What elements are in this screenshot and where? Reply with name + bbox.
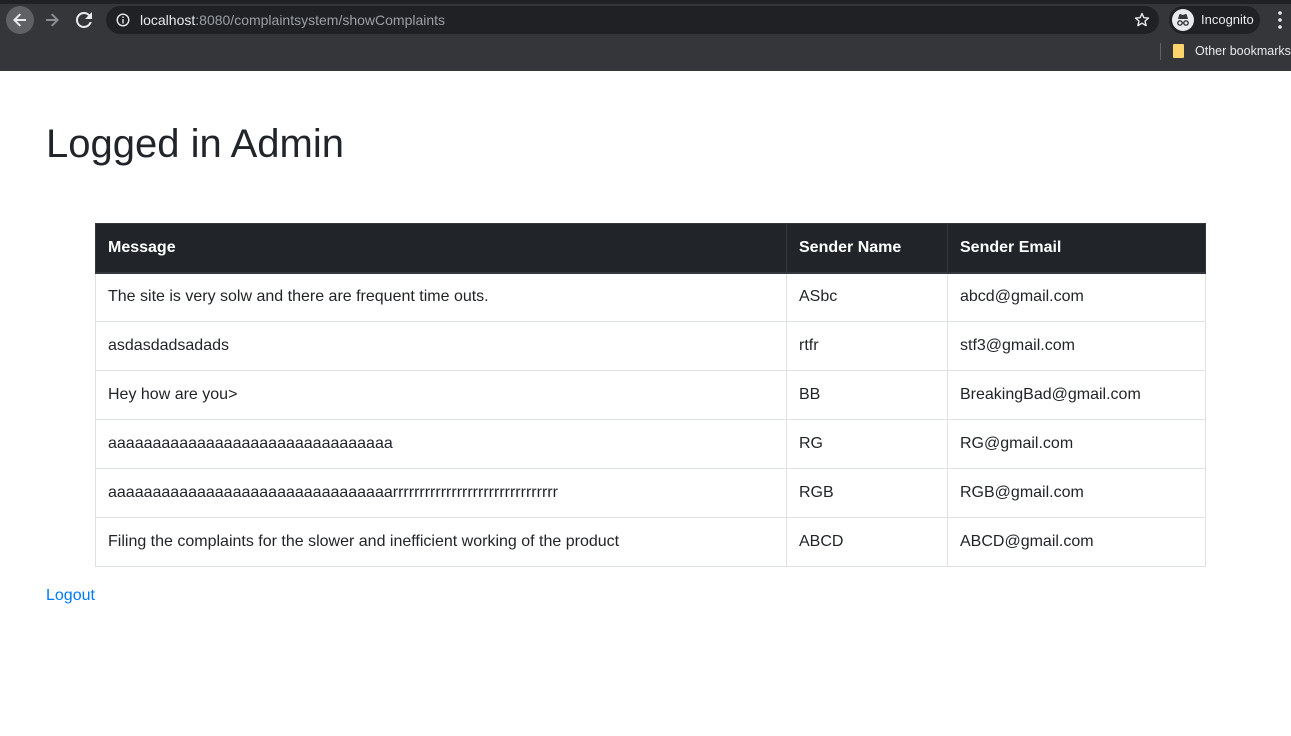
message-cell: Filing the complaints for the slower and… [95,517,787,567]
reload-button[interactable] [70,6,98,34]
message-cell: The site is very solw and there are freq… [95,272,787,322]
tab-strip-edge [0,0,1291,4]
forward-arrow-icon [46,13,59,27]
logout-link[interactable]: Logout [46,586,95,606]
address-bar[interactable]: localhost:8080/complaintsystem/showCompl… [106,6,1159,34]
table-row: aaaaaaaaaaaaaaaaaaaaaaaaaaaaaaaa RG RG@g… [95,419,1206,469]
table-row: asdasdadsadads rtfr stf3@gmail.com [95,321,1206,371]
url-text[interactable]: localhost:8080/complaintsystem/showCompl… [140,12,445,28]
info-icon[interactable] [116,13,130,27]
table-row: aaaaaaaaaaaaaaaaaaaaaaaaaaaaaaaarrrrrrrr… [95,468,1206,518]
message-cell: aaaaaaaaaaaaaaaaaaaaaaaaaaaaaaaarrrrrrrr… [95,468,787,518]
column-header-message: Message [95,223,787,274]
bookmarks-divider [1160,43,1161,60]
url-path: :8080/complaintsystem/showComplaints [195,12,446,28]
forward-button[interactable] [38,6,66,34]
url-host: localhost [140,12,196,28]
back-arrow-icon [13,13,26,27]
column-header-sender-email: Sender Email [947,223,1206,274]
sender-name-cell: BB [786,370,948,420]
sender-email-cell: RG@gmail.com [947,419,1206,469]
sender-email-cell: abcd@gmail.com [947,272,1206,322]
column-header-sender-name: Sender Name [786,223,948,274]
star-icon[interactable] [1134,12,1150,28]
incognito-profile-button[interactable]: Incognito [1169,6,1260,34]
back-button[interactable] [6,6,34,34]
menu-dots-icon[interactable] [1270,9,1290,31]
complaints-table: Message Sender Name Sender Email The sit… [95,223,1206,567]
sender-email-cell: RGB@gmail.com [947,468,1206,518]
bookmark-label: Other bookmarks [1195,44,1291,58]
incognito-icon [1172,9,1194,31]
table-row: Filing the complaints for the slower and… [95,517,1206,567]
table-row: The site is very solw and there are freq… [95,272,1206,322]
sender-name-cell: ASbc [786,272,948,322]
table-header-row: Message Sender Name Sender Email [95,223,1206,274]
sender-name-cell: rtfr [786,321,948,371]
sender-name-cell: ABCD [786,517,948,567]
browser-toolbar: localhost:8080/complaintsystem/showCompl… [0,0,1291,71]
page-title: Logged in Admin [46,122,345,166]
complaints-table-container: Message Sender Name Sender Email The sit… [95,223,1206,567]
sender-email-cell: BreakingBad@gmail.com [947,370,1206,420]
table-row: Hey how are you> BB BreakingBad@gmail.co… [95,370,1206,420]
incognito-label: Incognito [1201,12,1254,27]
sender-name-cell: RGB [786,468,948,518]
folder-icon [1173,44,1184,58]
reload-icon [76,12,92,28]
message-cell: aaaaaaaaaaaaaaaaaaaaaaaaaaaaaaaa [95,419,787,469]
message-cell: asdasdadsadads [95,321,787,371]
sender-name-cell: RG [786,419,948,469]
message-cell: Hey how are you> [95,370,787,420]
sender-email-cell: ABCD@gmail.com [947,517,1206,567]
sender-email-cell: stf3@gmail.com [947,321,1206,371]
